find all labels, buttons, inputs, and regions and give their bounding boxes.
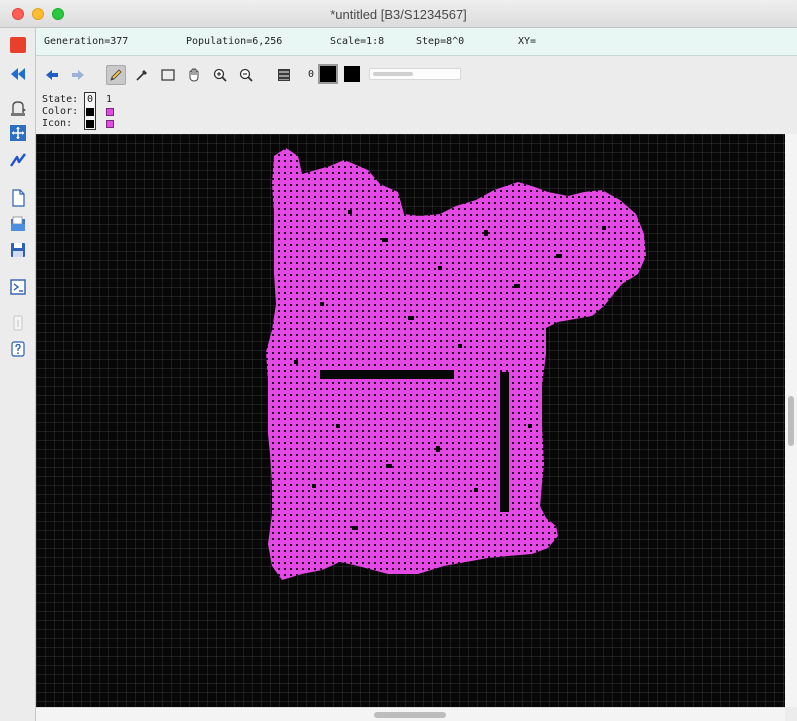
all-states-icon [278,69,290,81]
open-pattern-icon [11,216,25,231]
help-button[interactable] [8,339,28,359]
stop-button[interactable] [8,35,28,55]
new-pattern-button[interactable] [8,188,28,208]
select-tool-button[interactable] [158,65,178,85]
state-0-number: 0 [87,94,94,105]
next-step-button[interactable] [8,150,28,170]
pattern-info-button[interactable] [8,313,28,333]
algorithm-button[interactable] [8,99,28,119]
help-icon [11,341,25,357]
pattern-viewport[interactable] [36,134,785,707]
foreground-state-swatch[interactable] [344,66,360,82]
empty-horizontal-bar [320,370,454,379]
edit-toolbar: 0 [36,56,797,92]
info-icon [13,315,23,331]
redo-icon [72,70,84,80]
undo-icon [46,70,58,80]
empty-vertical-bar [500,372,509,512]
window-titlebar: *untitled [B3/S1234567] [0,0,797,28]
generation-readout: Generation=377 [44,36,129,47]
state-1-number: 1 [106,94,113,105]
draw-tool-button[interactable] [106,65,126,85]
horizontal-scrollbar[interactable] [36,707,785,721]
new-pattern-icon [12,189,25,207]
state-info-panel: State: Color: Icon: 0 1 [36,92,797,134]
run-script-button[interactable] [8,277,28,297]
vertical-scroll-thumb[interactable] [788,396,794,446]
save-pattern-button[interactable] [8,240,28,260]
status-bar: Generation=377 Population=6,256 Scale=1:… [36,28,797,56]
state-1-color-swatch[interactable] [106,108,114,116]
draw-state-number: 0 [308,69,315,80]
algorithm-icon [11,101,26,116]
fit-icon [10,125,26,141]
live-cells-blob [266,148,646,580]
eyedropper-icon [136,70,147,81]
zoom-in-icon [213,68,227,82]
icon-label: Icon: [42,118,73,129]
undo-button[interactable] [42,65,62,85]
xy-readout: XY= [518,36,537,47]
scale-readout: Scale=1:8 [330,36,385,47]
window-title: *untitled [B3/S1234567] [330,7,467,22]
select-rect-icon [161,69,175,81]
move-hand-icon [189,68,199,82]
horizontal-scroll-thumb[interactable] [374,712,446,718]
zoom-out-tool-button[interactable] [236,65,256,85]
life-pattern [266,148,646,580]
vertical-scrollbar[interactable] [785,134,797,707]
speed-slider[interactable] [369,68,461,80]
population-readout: Population=6,256 [186,36,283,47]
background-state-swatch[interactable] [318,64,338,84]
step-readout: Step=8^0 [416,36,465,47]
state-0-icon-swatch[interactable] [86,120,94,128]
zoom-in-tool-button[interactable] [210,65,230,85]
script-icon [10,279,26,295]
state-1-icon-swatch[interactable] [106,120,114,128]
move-tool-button[interactable] [184,65,204,85]
pick-tool-button[interactable] [132,65,152,85]
stop-icon [10,37,26,53]
redo-button[interactable] [68,65,88,85]
left-toolbar [0,28,36,721]
pencil-draw-icon [110,69,122,81]
reset-button[interactable] [8,64,28,84]
all-states-toggle[interactable] [274,65,294,85]
open-pattern-button[interactable] [8,214,28,234]
zoom-out-icon [239,68,253,82]
rewind-icon [11,68,25,80]
fit-pattern-button[interactable] [8,123,28,143]
save-pattern-icon [11,243,25,257]
speed-slider-fill [373,72,413,76]
state-label: State: [42,94,79,105]
step-icon [10,153,26,167]
color-label: Color: [42,106,79,117]
state-0-color-swatch[interactable] [86,108,94,116]
